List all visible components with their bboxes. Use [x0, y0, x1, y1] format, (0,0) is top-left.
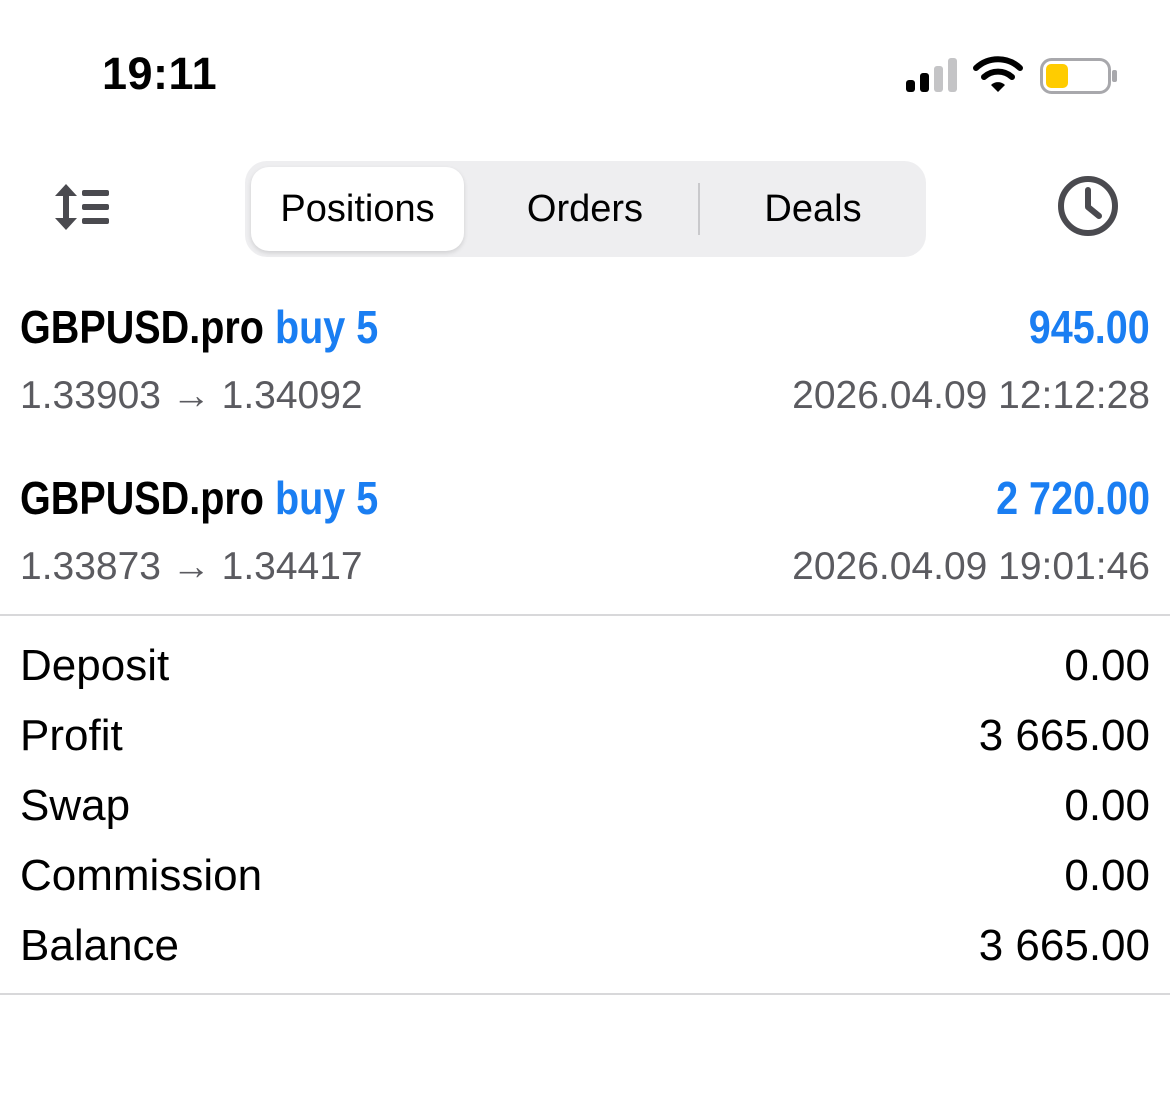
summary-value-commission: 0.00	[1064, 851, 1150, 900]
summary-label-swap: Swap	[20, 781, 131, 830]
position-open-time: 2026.04.09 12:12:28	[792, 374, 1150, 417]
summary-label-deposit: Deposit	[20, 641, 170, 690]
trade-tabs: Positions Orders Deals	[245, 161, 926, 257]
tab-orders[interactable]: Orders	[472, 161, 698, 257]
summary-label-commission: Commission	[20, 851, 263, 900]
wifi-icon	[973, 56, 1023, 92]
signal-icon	[906, 58, 958, 92]
summary-value-profit: 3 665.00	[978, 711, 1150, 760]
position-symbol: GBPUSD.pro	[20, 472, 264, 524]
position-row[interactable]: GBPUSD.pro buy 5	[20, 297, 378, 357]
summary-label-profit: Profit	[20, 711, 123, 760]
position-symbol: GBPUSD.pro	[20, 301, 264, 353]
status-time: 19:11	[102, 48, 218, 99]
battery-icon	[1040, 58, 1117, 94]
section-divider	[0, 614, 1170, 616]
position-direction: buy 5	[274, 301, 379, 353]
tab-positions[interactable]: Positions	[251, 161, 464, 257]
position-profit: 945.00	[1028, 301, 1150, 353]
summary-value-deposit: 0.00	[1064, 641, 1150, 690]
summary-bottom-divider	[0, 993, 1170, 995]
summary-value-balance: 3 665.00	[978, 921, 1150, 970]
sort-list-icon[interactable]	[52, 182, 114, 232]
position-open-time: 2026.04.09 19:01:46	[792, 545, 1150, 588]
position-row[interactable]: GBPUSD.pro buy 5	[20, 468, 378, 528]
tab-deals[interactable]: Deals	[700, 161, 926, 257]
summary-value-swap: 0.00	[1064, 781, 1150, 830]
position-prices: 1.33873 → 1.34417	[20, 545, 363, 588]
position-prices: 1.33903 → 1.34092	[20, 374, 363, 417]
position-profit: 2 720.00	[996, 472, 1150, 524]
summary-label-balance: Balance	[20, 921, 180, 970]
position-direction: buy 5	[274, 472, 379, 524]
clock-icon[interactable]	[1056, 174, 1120, 238]
